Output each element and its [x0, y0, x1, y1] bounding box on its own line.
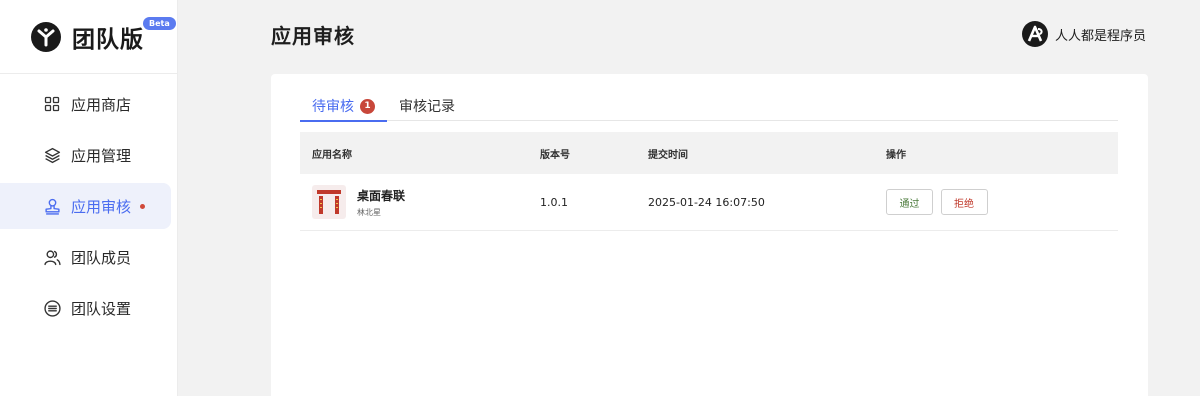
app-name: 桌面春联	[357, 188, 406, 203]
grid-icon	[43, 95, 61, 113]
app-cell: 桌面春联 林北星	[300, 185, 540, 219]
app-info: 桌面春联 林北星	[357, 187, 405, 218]
table-row: 桌面春联 林北星 1.0.1 2025-01-24 16:07:50 通过 拒绝	[300, 174, 1118, 231]
tab-pending-review[interactable]: 待审核 1	[300, 91, 387, 122]
column-header-actions: 操作	[886, 149, 906, 161]
sidebar-item-label: 团队设置	[71, 299, 132, 318]
column-header-app-name: 应用名称	[312, 149, 352, 161]
sidebar-item-app-review[interactable]: 应用审核	[0, 183, 171, 229]
stamp-icon	[43, 197, 61, 215]
tab-label: 待审核	[312, 99, 354, 115]
header-brand: 人人都是程序员	[1021, 20, 1146, 48]
team-logo-icon	[31, 21, 61, 52]
app-author: 林北星	[357, 207, 381, 217]
sidebar: 团队版 Beta 应用商店 应用管理 应用审核 团队成员 团队设置	[0, 0, 178, 396]
notification-dot	[140, 203, 146, 209]
brand-logo-icon	[1021, 21, 1048, 47]
review-tabs: 待审核 1 审核记录	[300, 91, 1118, 122]
column-header-submit-time: 提交时间	[648, 149, 688, 161]
sidebar-item-team-settings[interactable]: 团队设置	[0, 285, 171, 331]
table-header: 应用名称 版本号 提交时间 操作	[300, 132, 1118, 174]
beta-badge: Beta	[143, 17, 176, 30]
sidebar-item-label: 应用审核	[71, 197, 132, 216]
submit-time: 2025-01-24 16:07:50	[648, 195, 765, 209]
sidebar-item-label: 团队成员	[71, 248, 132, 267]
tab-label: 审核记录	[399, 99, 455, 115]
menu-circle-icon	[43, 299, 61, 317]
app-icon	[312, 185, 346, 219]
brand-title: 团队版	[72, 26, 144, 53]
approve-button[interactable]: 通过	[886, 189, 933, 215]
sidebar-item-label: 应用管理	[71, 146, 132, 165]
review-table: 应用名称 版本号 提交时间 操作 桌面春联 林北星 1.0.1 2025-01-…	[300, 132, 1118, 231]
brand: 团队版 Beta	[0, 0, 177, 74]
sidebar-item-app-management[interactable]: 应用管理	[0, 132, 171, 178]
reject-button[interactable]: 拒绝	[940, 189, 988, 215]
sidebar-nav: 应用商店 应用管理 应用审核 团队成员 团队设置	[0, 74, 177, 331]
sidebar-item-team-members[interactable]: 团队成员	[0, 234, 171, 280]
page-title: 应用审核	[271, 24, 355, 48]
sidebar-item-label: 应用商店	[71, 95, 132, 114]
sidebar-item-app-store[interactable]: 应用商店	[0, 81, 171, 127]
column-header-version: 版本号	[540, 149, 570, 161]
pending-count-badge: 1	[360, 98, 375, 114]
layers-icon	[43, 146, 61, 164]
review-card: 待审核 1 审核记录 应用名称 版本号 提交时间 操作 桌面春联 林北星 1.0…	[271, 74, 1148, 396]
actions-cell: 通过 拒绝	[886, 189, 1118, 215]
app-version: 1.0.1	[540, 195, 568, 209]
tab-review-history[interactable]: 审核记录	[387, 91, 467, 121]
users-icon	[43, 248, 61, 266]
brand-name: 人人都是程序员	[1054, 28, 1146, 44]
